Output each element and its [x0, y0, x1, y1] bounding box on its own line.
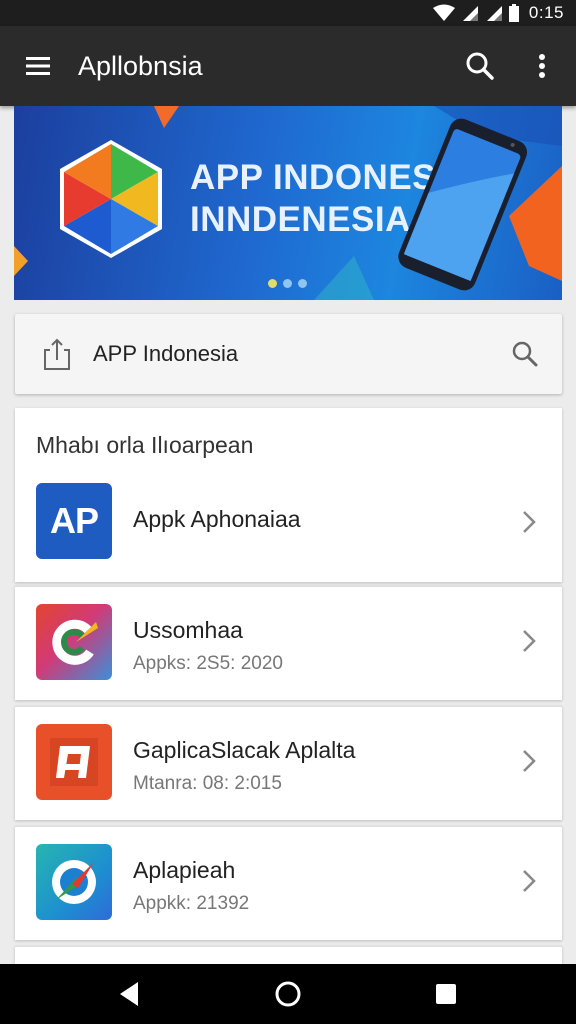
carousel-dot[interactable]	[283, 279, 292, 288]
search-icon[interactable]	[462, 48, 498, 84]
chevron-right-icon	[517, 865, 541, 897]
search-card[interactable]: APP Indonesia	[15, 314, 562, 394]
chevron-right-icon	[517, 745, 541, 777]
list-item[interactable]: Ussomhaa Appks: 2S5: 2020	[15, 586, 562, 700]
status-time: 0:15	[528, 3, 564, 22]
navigation-bar	[0, 964, 576, 1024]
item-title: Ussomhaa	[133, 617, 243, 643]
phone-illustration	[398, 118, 528, 291]
banner-subtitle: INNDENESIA	[190, 200, 411, 239]
app-title: Apllobnsia	[78, 51, 203, 81]
search-icon[interactable]	[507, 336, 543, 372]
chevron-right-icon	[517, 625, 541, 657]
menu-icon[interactable]	[20, 48, 56, 84]
item-subtitle: Appks: 2S5: 2020	[133, 653, 283, 674]
colorful-c-app-icon	[36, 604, 112, 680]
list-item[interactable]: AP Appk Aphonaiaa	[15, 468, 562, 582]
search-query-text[interactable]: APP Indonesia	[93, 341, 238, 367]
app-icon-text: AP	[49, 500, 99, 541]
item-title: GaplicaSlacak Aplalta	[133, 737, 356, 763]
more-vert-icon[interactable]	[524, 48, 560, 84]
wifi-icon	[432, 4, 455, 21]
ap-app-icon: AP	[36, 483, 112, 559]
item-title: Aplapieah	[133, 857, 236, 883]
item-subtitle: Appkk: 21392	[133, 893, 250, 914]
battery-icon	[508, 4, 519, 22]
status-icons: 0:15	[432, 2, 564, 24]
section-title: Mhabı orla Ilıoarpean	[36, 432, 254, 458]
share-icon[interactable]	[41, 336, 73, 372]
carousel-dot[interactable]	[268, 279, 277, 288]
compass-app-icon	[36, 844, 112, 920]
chevron-right-icon	[517, 506, 541, 538]
signal-icon	[462, 6, 478, 21]
promo-banner[interactable]: APP INDONESIA INNDENESIA	[14, 106, 562, 300]
home-icon[interactable]	[272, 978, 304, 1010]
signal-icon	[486, 6, 502, 21]
item-subtitle: Mtanra: 08: 2:015	[133, 773, 282, 794]
app-bar: Apllobnsia	[0, 26, 576, 106]
recents-icon[interactable]	[430, 978, 462, 1010]
orange-square-app-icon	[36, 724, 112, 800]
list-item[interactable]: Aplapieah Appkk: 21392	[15, 826, 562, 940]
list-item[interactable]: GaplicaSlacak Aplalta Mtanra: 08: 2:015	[15, 706, 562, 820]
status-bar: 0:15	[0, 0, 576, 26]
app-logo-icon	[60, 140, 162, 258]
list-item[interactable]	[15, 946, 562, 964]
app-list-card: Mhabı orla Ilıoarpean AP Appk Aphonaiaa	[15, 408, 562, 582]
carousel-indicator	[268, 279, 307, 288]
carousel-dot[interactable]	[298, 279, 307, 288]
item-title: Appk Aphonaiaa	[133, 506, 301, 532]
back-icon[interactable]	[114, 978, 146, 1010]
